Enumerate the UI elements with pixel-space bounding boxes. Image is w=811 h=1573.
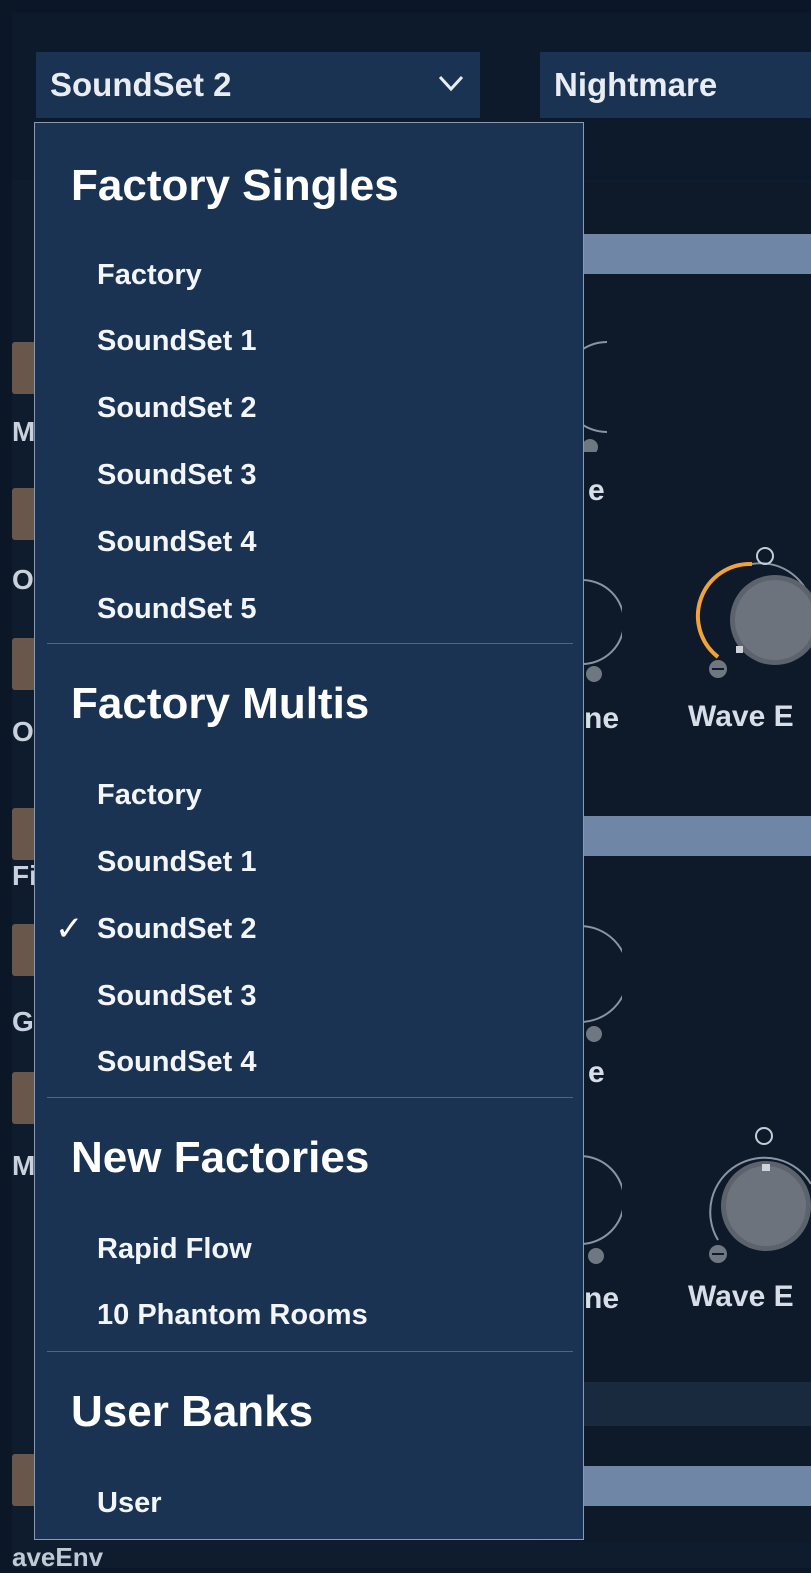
filter-button[interactable] — [12, 808, 36, 860]
knob-label: Wave E — [688, 700, 794, 733]
mod-button[interactable] — [12, 342, 36, 394]
patch-selector[interactable]: Nightmare — [540, 52, 811, 118]
knob-label: e — [588, 1056, 605, 1089]
glide-button[interactable] — [12, 924, 36, 976]
left-label: M — [12, 1150, 36, 1181]
knob-label: Wave E — [688, 1280, 794, 1313]
menu-item-soundset-3[interactable]: SoundSet 3 — [97, 980, 257, 1013]
soundset-selector[interactable]: SoundSet 2 — [36, 52, 480, 118]
patch-selector-value: Nightmare — [554, 66, 718, 103]
soundset-selector-value: SoundSet 2 — [50, 66, 232, 103]
menu-item-soundset-4[interactable]: SoundSet 4 — [97, 526, 257, 559]
menu-item-soundset-1[interactable]: SoundSet 1 — [97, 325, 257, 358]
menu-item-soundset-2-selected[interactable]: SoundSet 2 — [97, 913, 257, 946]
knob-label: e — [588, 474, 605, 507]
chevron-down-icon — [438, 75, 464, 92]
section-header-bar — [584, 816, 811, 856]
menu-item-factory[interactable]: Factory — [97, 259, 202, 292]
soundset-dropdown-menu: Factory Singles Factory SoundSet 1 Sound… — [34, 122, 584, 1540]
menu-item-soundset-4[interactable]: SoundSet 4 — [97, 1046, 257, 1079]
mod-button[interactable] — [12, 1072, 36, 1124]
osc-button[interactable] — [12, 488, 36, 540]
checkmark-icon: ✓ — [55, 910, 84, 948]
knob-label: ne — [584, 702, 620, 735]
knob-label: ne — [584, 1282, 620, 1315]
menu-separator — [47, 1097, 573, 1098]
menu-item-user[interactable]: User — [97, 1487, 162, 1520]
menu-item-rapid-flow[interactable]: Rapid Flow — [97, 1233, 252, 1266]
menu-separator — [47, 1351, 573, 1352]
group-header-new-factories: New Factories — [71, 1133, 370, 1182]
section-divider — [584, 1382, 811, 1426]
env-button[interactable] — [12, 1454, 36, 1506]
wave-env-knob[interactable] — [688, 1122, 811, 1266]
left-label: M — [12, 416, 36, 447]
wave-env-knob[interactable] — [688, 542, 811, 682]
section-header-bar — [584, 1466, 811, 1506]
group-header-factory-multis: Factory Multis — [71, 679, 370, 728]
menu-item-10-phantom-rooms[interactable]: 10 Phantom Rooms — [97, 1299, 368, 1332]
menu-item-soundset-1[interactable]: SoundSet 1 — [97, 846, 257, 879]
menu-item-soundset-2[interactable]: SoundSet 2 — [97, 392, 257, 425]
group-header-user-banks: User Banks — [71, 1387, 314, 1436]
menu-item-soundset-5[interactable]: SoundSet 5 — [97, 593, 257, 626]
section-header-bar — [584, 234, 811, 274]
menu-item-factory[interactable]: Factory — [97, 779, 202, 812]
menu-item-soundset-3[interactable]: SoundSet 3 — [97, 459, 257, 492]
osc-button[interactable] — [12, 638, 36, 690]
left-label: O — [12, 564, 34, 595]
wave-env-label: aveEnv — [12, 1542, 104, 1572]
menu-separator — [47, 643, 573, 644]
group-header-factory-singles: Factory Singles — [71, 161, 399, 210]
